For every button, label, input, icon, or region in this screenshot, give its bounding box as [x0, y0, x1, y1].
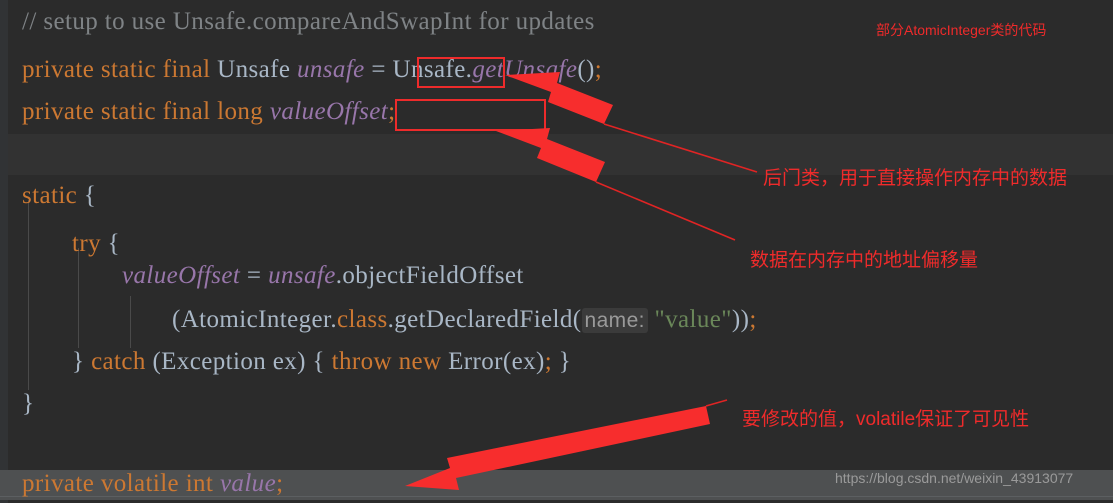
- code-token: private: [22, 98, 101, 125]
- code-token: getUnsafe: [472, 56, 578, 83]
- code-token: {: [83, 182, 97, 209]
- annotation-unsafe-note: 后门类，用于直接操作内存中的数据: [763, 168, 1068, 189]
- code-token: volatile: [100, 470, 186, 497]
- code-token: valueOffset: [122, 262, 241, 289]
- code-token: "value": [654, 306, 732, 333]
- code-token: }: [72, 348, 92, 375]
- code-token: final: [162, 56, 218, 83]
- code-token: private: [22, 56, 101, 83]
- code-line[interactable]: private volatile int value;: [0, 460, 283, 503]
- code-token: ;: [594, 56, 603, 83]
- annotation-value-note: 要修改的值，volatile保证了可见性: [742, 409, 1030, 430]
- code-line[interactable]: // setup to use Unsafe.compareAndSwapInt…: [0, 0, 595, 46]
- code-token: ;: [544, 348, 559, 375]
- code-token: static: [100, 98, 163, 125]
- annotation-title-note: 部分AtomicInteger类的代码: [876, 22, 1047, 38]
- code-token: unsafe: [297, 56, 365, 83]
- code-token: Unsafe.: [392, 56, 473, 83]
- code-token: private: [22, 470, 101, 497]
- code-token: final: [162, 98, 218, 125]
- code-token: new: [398, 348, 449, 375]
- code-token: }: [22, 390, 35, 417]
- code-token: (AtomicInteger.: [172, 306, 337, 333]
- code-token: ;: [388, 98, 396, 125]
- code-line[interactable]: valueOffset = unsafe.objectFieldOffset: [0, 252, 524, 300]
- code-line[interactable]: (AtomicInteger.class.getDeclaredField(na…: [0, 296, 757, 344]
- code-line[interactable]: private static final long valueOffset;: [0, 88, 395, 136]
- code-token: catch: [91, 348, 153, 375]
- code-token: class: [336, 306, 388, 333]
- code-token: valueOffset: [269, 98, 389, 125]
- code-token: ;: [276, 470, 284, 497]
- code-token: // setup to use Unsafe.compareAndSwapInt…: [22, 8, 595, 35]
- code-line[interactable]: private static final Unsafe unsafe = Uns…: [0, 46, 602, 94]
- code-token: static: [100, 56, 163, 83]
- code-token: (Exception ex) {: [152, 348, 332, 375]
- code-editor-viewport[interactable]: // setup to use Unsafe.compareAndSwapInt…: [0, 0, 1113, 503]
- code-line[interactable]: static {: [0, 172, 96, 220]
- code-token: )): [731, 306, 750, 333]
- annotation-valueoffset-note: 数据在内存中的地址偏移量: [750, 250, 979, 271]
- code-token: }: [558, 348, 572, 375]
- code-token: value: [219, 470, 277, 497]
- code-token: int: [185, 470, 220, 497]
- code-token: Unsafe: [217, 56, 297, 83]
- code-token: ;: [749, 306, 757, 333]
- code-token: long: [217, 98, 270, 125]
- code-token: .objectFieldOffset: [335, 262, 524, 289]
- code-token: =: [364, 56, 393, 83]
- code-line[interactable]: } catch (Exception ex) { throw new Error…: [0, 338, 571, 386]
- blog-watermark: https://blog.csdn.net/weixin_43913077: [835, 470, 1074, 486]
- code-token: static: [22, 182, 84, 209]
- code-token: Error(ex): [448, 348, 545, 375]
- code-line[interactable]: }: [0, 380, 34, 428]
- code-token: .getDeclaredField(: [387, 306, 582, 333]
- code-token: name:: [581, 308, 648, 333]
- code-token: =: [240, 262, 269, 289]
- code-token: throw: [331, 348, 399, 375]
- code-token: (): [577, 56, 595, 83]
- code-token: unsafe: [268, 262, 336, 289]
